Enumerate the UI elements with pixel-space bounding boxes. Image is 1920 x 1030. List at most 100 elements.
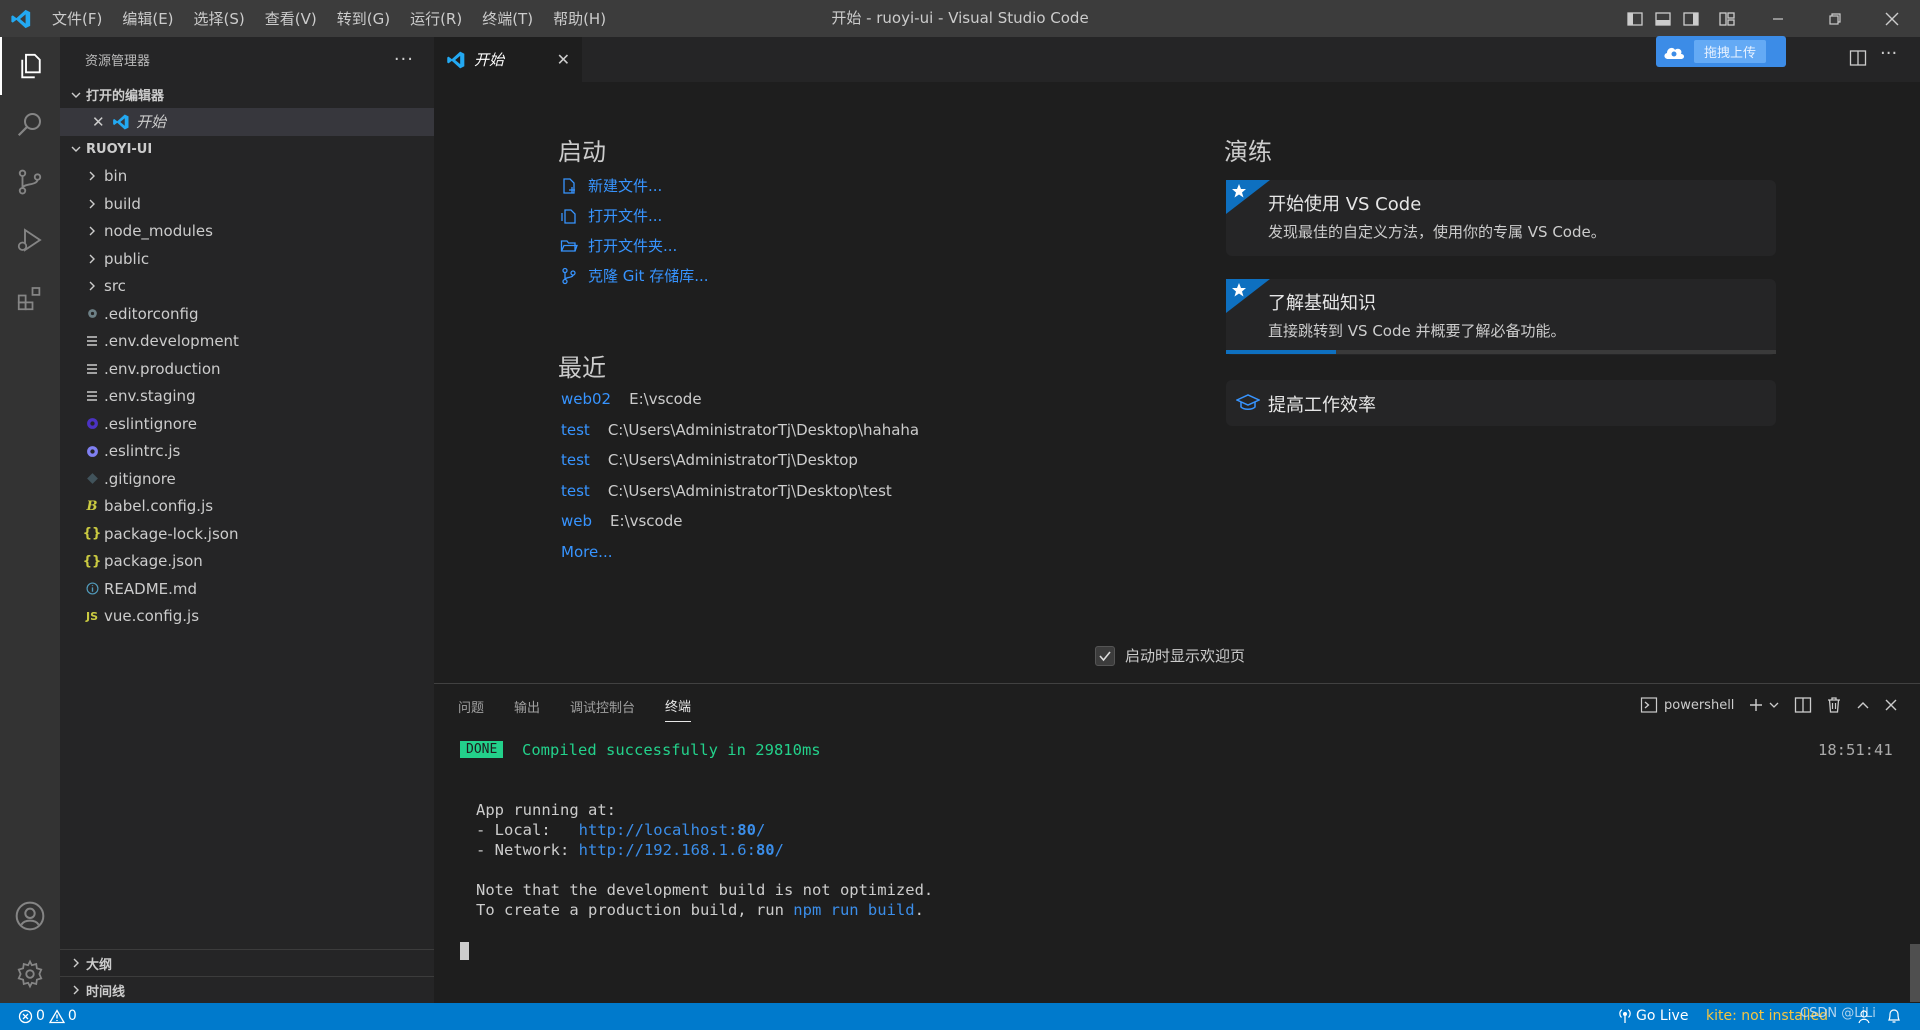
recent-item[interactable]: web E:\vscode xyxy=(561,512,919,543)
walkthrough-card-fundamentals[interactable]: 了解基础知识 直接跳转到 VS Code 并概要了解必备功能。 xyxy=(1226,279,1776,355)
search-icon[interactable] xyxy=(0,95,60,153)
tab-debug-console[interactable]: 调试控制台 xyxy=(570,691,635,722)
outline-section[interactable]: 大纲 xyxy=(60,949,434,976)
menu-view[interactable]: 查看(V) xyxy=(255,8,327,29)
minimize-icon[interactable] xyxy=(1749,0,1806,37)
timeline-section[interactable]: 时间线 xyxy=(60,976,434,1003)
run-debug-icon[interactable] xyxy=(0,211,60,269)
folder-item[interactable]: build xyxy=(60,190,434,218)
accounts-icon[interactable] xyxy=(0,887,60,945)
split-terminal-icon[interactable] xyxy=(1794,696,1812,714)
close-panel-icon[interactable] xyxy=(1884,698,1898,712)
project-section[interactable]: RUOYI-UI xyxy=(60,136,434,163)
welcome-page: 启动 新建文件... 打开文件... 打开文件夹... 克隆 Git 存储库..… xyxy=(434,82,1920,683)
file-item[interactable]: README.md xyxy=(60,575,434,603)
explorer-icon[interactable] xyxy=(0,37,60,95)
file-item[interactable]: JS vue.config.js xyxy=(60,603,434,631)
file-item[interactable]: {} package.json xyxy=(60,548,434,576)
menu-help[interactable]: 帮助(H) xyxy=(543,8,616,29)
open-folder-link[interactable]: 打开文件夹... xyxy=(560,235,677,256)
file-label: package.json xyxy=(104,552,203,571)
file-item[interactable]: .eslintrc.js xyxy=(60,438,434,466)
recent-item[interactable]: test C:\Users\AdministratorTj\Desktop\tes… xyxy=(561,482,919,513)
trash-icon[interactable] xyxy=(1826,696,1842,714)
add-terminal-icon[interactable] xyxy=(1748,697,1764,713)
close-window-icon[interactable] xyxy=(1863,0,1920,37)
file-item[interactable]: {} package-lock.json xyxy=(60,520,434,548)
file-item[interactable]: .env.production xyxy=(60,355,434,383)
walkthrough-card-productivity[interactable]: 提高工作效率 xyxy=(1226,380,1776,426)
recent-item[interactable]: test C:\Users\AdministratorTj\Desktop xyxy=(561,451,919,482)
recent-name[interactable]: test xyxy=(561,451,590,482)
extensions-icon[interactable] xyxy=(0,269,60,327)
file-item[interactable]: Bbabel.config.js xyxy=(60,493,434,521)
more-actions-icon[interactable]: ··· xyxy=(394,49,414,70)
network-url[interactable]: http://192.168.1.6:80/ xyxy=(579,841,784,859)
more-recent-link[interactable]: More... xyxy=(561,543,613,561)
upload-button[interactable]: 拖拽上传 xyxy=(1656,36,1786,67)
menu-selection[interactable]: 选择(S) xyxy=(184,8,255,29)
checkbox[interactable] xyxy=(1095,645,1115,666)
toggle-panel-icon[interactable] xyxy=(1649,0,1677,37)
recent-name[interactable]: test xyxy=(561,421,590,452)
new-file-link[interactable]: 新建文件... xyxy=(560,175,662,196)
file-item[interactable]: .editorconfig xyxy=(60,300,434,328)
split-editor-icon[interactable] xyxy=(1849,49,1867,67)
file-item[interactable]: .env.development xyxy=(60,328,434,356)
chevron-down-icon[interactable] xyxy=(1768,699,1780,711)
recent-item[interactable]: web02 E:\vscode xyxy=(561,390,919,421)
restore-icon[interactable] xyxy=(1806,0,1863,37)
open-editors-section[interactable]: 打开的编辑器 xyxy=(60,81,434,108)
folder-item[interactable]: public xyxy=(60,245,434,273)
maximize-panel-icon[interactable] xyxy=(1856,698,1870,712)
more-actions-icon[interactable]: ··· xyxy=(1880,43,1897,64)
card2-progress-track xyxy=(1226,350,1776,354)
file-label: vue.config.js xyxy=(104,607,200,626)
lines-icon xyxy=(80,335,104,347)
folder-item[interactable]: src xyxy=(60,273,434,301)
menu-terminal[interactable]: 终端(T) xyxy=(472,8,543,29)
folder-icon xyxy=(560,239,578,252)
recent-name[interactable]: test xyxy=(561,482,590,513)
folder-label: bin xyxy=(104,167,128,186)
folder-item[interactable]: bin xyxy=(60,163,434,191)
file-item[interactable]: .eslintignore xyxy=(60,410,434,438)
menu-edit[interactable]: 编辑(E) xyxy=(112,8,183,29)
local-url[interactable]: http://localhost:80/ xyxy=(579,821,766,839)
shell-name[interactable]: powershell xyxy=(1664,698,1734,713)
menu-go[interactable]: 转到(G) xyxy=(327,8,400,29)
source-control-icon[interactable] xyxy=(0,153,60,211)
menu-file[interactable]: 文件(F) xyxy=(42,8,112,29)
close-tab-icon[interactable]: ✕ xyxy=(557,50,570,69)
menu-run[interactable]: 运行(R) xyxy=(400,8,472,29)
recent-name[interactable]: web02 xyxy=(561,390,611,421)
customize-layout-icon[interactable] xyxy=(1705,0,1749,37)
network-url-host: http://192.168.1.6: xyxy=(578,841,756,859)
bell-icon[interactable] xyxy=(1886,1008,1902,1024)
chevron-right-icon xyxy=(80,198,104,210)
feedback-icon[interactable] xyxy=(1858,1008,1874,1024)
toggle-secondary-sidebar-icon[interactable] xyxy=(1677,0,1705,37)
recent-name[interactable]: web xyxy=(561,512,592,543)
problems-status[interactable]: 0 0 xyxy=(18,1008,77,1024)
settings-gear-icon[interactable] xyxy=(0,945,60,1003)
go-live-button[interactable]: Go Live xyxy=(1618,1008,1688,1024)
clone-git-link[interactable]: 克隆 Git 存储库... xyxy=(560,265,709,286)
tab-welcome[interactable]: 开始 ✕ xyxy=(434,37,582,82)
tab-output[interactable]: 输出 xyxy=(514,691,540,722)
file-item[interactable]: .env.staging xyxy=(60,383,434,411)
close-icon[interactable]: ✕ xyxy=(92,113,112,131)
recent-item[interactable]: test C:\Users\AdministratorTj\Desktop\hah… xyxy=(561,421,919,452)
walkthrough-card-get-started[interactable]: 开始使用 VS Code 发现最佳的自定义方法，使用你的专属 VS Code。 xyxy=(1226,180,1776,256)
file-item[interactable]: .gitignore xyxy=(60,465,434,493)
toggle-sidebar-icon[interactable] xyxy=(1621,0,1649,37)
tab-terminal[interactable]: 终端 xyxy=(665,690,692,722)
tab-problems[interactable]: 问题 xyxy=(458,691,484,722)
more-recent[interactable]: More... xyxy=(561,543,919,561)
show-on-startup-toggle[interactable]: 启动时显示欢迎页 xyxy=(1095,645,1245,666)
open-file-link[interactable]: 打开文件... xyxy=(560,205,662,226)
terminal-scrollbar[interactable] xyxy=(1910,944,1920,1002)
outline-label: 大纲 xyxy=(86,957,113,973)
open-editor-item[interactable]: ✕ 开始 xyxy=(60,108,434,136)
folder-item[interactable]: node_modules xyxy=(60,218,434,246)
